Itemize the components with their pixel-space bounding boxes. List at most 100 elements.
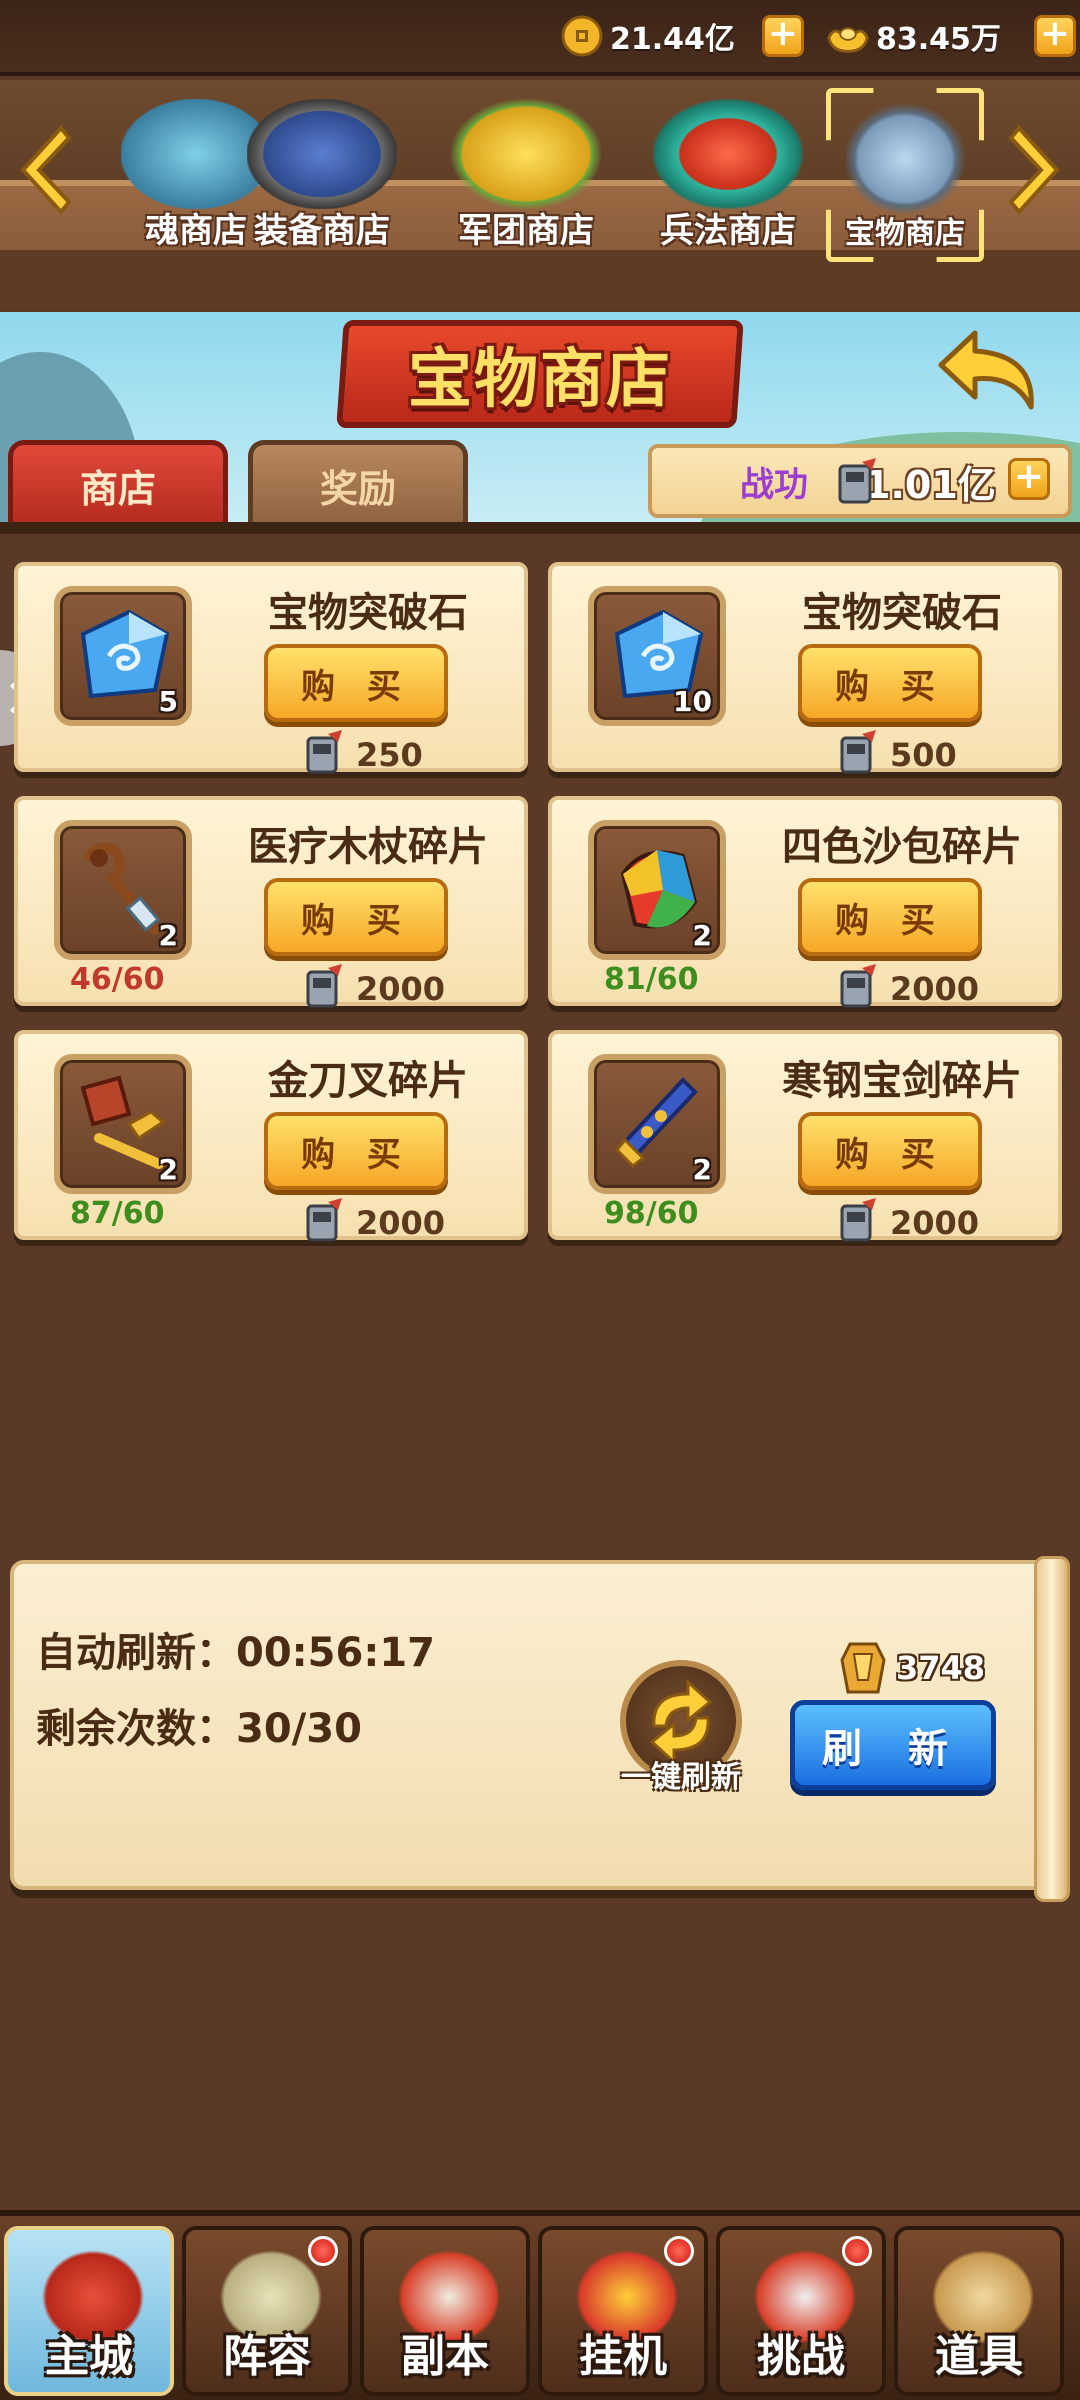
shop-tab-treasure[interactable]: 宝物商店 — [830, 92, 980, 252]
add-merit-button[interactable]: + — [1008, 458, 1050, 500]
item-name: 寒钢宝剑碎片 — [782, 1058, 1022, 1104]
equipment-shop-icon — [247, 99, 397, 209]
item-quantity: 2 — [692, 1153, 712, 1186]
item-quantity: 2 — [158, 1153, 178, 1186]
item-price: 500 — [834, 728, 957, 782]
buy-button[interactable]: 购 买 — [264, 1112, 448, 1190]
coin-amount: 21.44亿 — [610, 22, 735, 57]
gold-ingot-icon — [826, 14, 870, 58]
coin-display: 21.44亿 — [560, 12, 735, 60]
buy-button[interactable]: 购 买 — [798, 878, 982, 956]
merit-token-icon — [300, 962, 346, 1016]
nav-challenge[interactable]: 挑战 — [716, 2226, 886, 2396]
shop-item-card: 5 宝物突破石购 买 250 — [14, 562, 528, 774]
shelf-base — [0, 250, 1080, 310]
notification-dot — [308, 2236, 338, 2266]
item-name: 医疗木杖碎片 — [248, 824, 488, 870]
refresh-cost-value: 3748 — [896, 1649, 986, 1687]
item-thumbnail[interactable]: 10 — [588, 586, 726, 726]
tactics-shop-icon — [653, 99, 803, 209]
item-thumbnail[interactable]: 2 — [54, 820, 192, 960]
refresh-button[interactable]: 刷 新 — [790, 1700, 996, 1790]
chevron-right-icon — [1008, 124, 1060, 216]
item-price-value: 250 — [356, 736, 423, 774]
nav-lineup[interactable]: 阵容 — [182, 2226, 352, 2396]
one-click-refresh-label: 一键刷新 — [621, 1760, 741, 1795]
chevron-left-icon — [20, 124, 72, 216]
item-quantity: 5 — [158, 685, 178, 718]
nav-label: 挂机 — [579, 2331, 667, 2382]
item-quantity: 2 — [158, 919, 178, 952]
legion-shop-icon — [451, 99, 601, 209]
item-price: 2000 — [834, 1196, 979, 1250]
nav-label: 阵容 — [223, 2331, 311, 2382]
fragment-progress: 46/60 — [70, 962, 165, 997]
refresh-cost: 3748 — [838, 1640, 985, 1696]
ingot-display: 83.45万 — [826, 12, 1001, 60]
remaining-count: 剩余次数：30/30 — [36, 1706, 362, 1752]
prev-shop-button[interactable] — [8, 120, 78, 220]
buy-button[interactable]: 购 买 — [264, 878, 448, 956]
item-price-value: 2000 — [890, 1204, 980, 1242]
add-coins-button[interactable]: + — [762, 15, 804, 57]
ingot-amount: 83.45万 — [876, 22, 1001, 57]
item-name: 四色沙包碎片 — [782, 824, 1022, 870]
coin-icon — [560, 14, 604, 58]
nav-label: 道具 — [935, 2331, 1023, 2382]
nav-items[interactable]: 道具 — [894, 2226, 1064, 2396]
one-click-refresh-button[interactable]: 一键刷新 — [606, 1660, 756, 1810]
item-quantity: 10 — [673, 685, 712, 718]
item-price-value: 2000 — [890, 970, 980, 1008]
item-thumbnail[interactable]: 5 — [54, 586, 192, 726]
shop-item-card: 2 金刀叉碎片购 买 2000 87/60 — [14, 1030, 528, 1242]
shop-item-card: 2 医疗木杖碎片购 买 2000 46/60 — [14, 796, 528, 1008]
item-price-value: 500 — [890, 736, 957, 774]
page-title-text: 宝物商店 — [408, 343, 672, 417]
merit-label: 战功 — [740, 464, 808, 505]
item-thumbnail[interactable]: 2 — [54, 1054, 192, 1194]
shop-item-card: 10 宝物突破石购 买 500 — [548, 562, 1062, 774]
item-name: 金刀叉碎片 — [268, 1058, 468, 1104]
buy-button[interactable]: 购 买 — [798, 644, 982, 722]
treasure-shop-icon — [845, 104, 965, 214]
item-thumbnail[interactable]: 2 — [588, 1054, 726, 1194]
buy-button[interactable]: 购 买 — [798, 1112, 982, 1190]
merit-display: 战功 1.01亿 + — [648, 444, 1072, 518]
nav-dungeon[interactable]: 副本 — [360, 2226, 530, 2396]
add-ingots-button[interactable]: + — [1034, 15, 1076, 57]
item-price-value: 2000 — [356, 970, 446, 1008]
nav-label: 挑战 — [757, 2331, 845, 2382]
auto-refresh-timer: 自动刷新：00:56:17 — [36, 1630, 435, 1676]
next-shop-button[interactable] — [1002, 120, 1072, 220]
back-button[interactable] — [930, 320, 1050, 420]
merit-token-icon — [834, 962, 880, 1016]
shop-tab-legion[interactable]: 军团商店 — [426, 92, 626, 252]
nav-idle[interactable]: 挂机 — [538, 2226, 708, 2396]
back-arrow-icon — [938, 330, 1034, 410]
shop-item-card: 2 四色沙包碎片购 买 2000 81/60 — [548, 796, 1062, 1008]
item-price-value: 2000 — [356, 1204, 446, 1242]
page-title: 宝物商店 — [336, 320, 744, 428]
nav-label: 副本 — [401, 2331, 489, 2382]
scroll-roll — [1034, 1556, 1070, 1902]
refresh-token-icon — [840, 1642, 886, 1694]
item-price: 2000 — [300, 962, 445, 1016]
shop-tab-tactics[interactable]: 兵法商店 — [628, 92, 828, 252]
merit-token-icon — [300, 728, 346, 782]
item-name: 宝物突破石 — [268, 590, 468, 636]
buy-button[interactable]: 购 买 — [264, 644, 448, 722]
fragment-progress: 98/60 — [604, 1196, 699, 1231]
nav-city[interactable]: 主城 — [4, 2226, 174, 2396]
merit-value: 1.01亿 — [864, 462, 996, 507]
fragment-progress: 81/60 — [604, 962, 699, 997]
tab-reward[interactable]: 奖励 — [248, 440, 468, 526]
nav-label: 主城 — [45, 2331, 133, 2382]
item-price: 250 — [300, 728, 423, 782]
merit-token-icon — [834, 728, 880, 782]
item-thumbnail[interactable]: 2 — [588, 820, 726, 960]
tab-shop[interactable]: 商店 — [8, 440, 228, 526]
notification-dot — [842, 2236, 872, 2266]
fragment-progress: 87/60 — [70, 1196, 165, 1231]
shop-tab-equipment[interactable]: 装备商店 — [222, 92, 422, 252]
notification-dot — [664, 2236, 694, 2266]
